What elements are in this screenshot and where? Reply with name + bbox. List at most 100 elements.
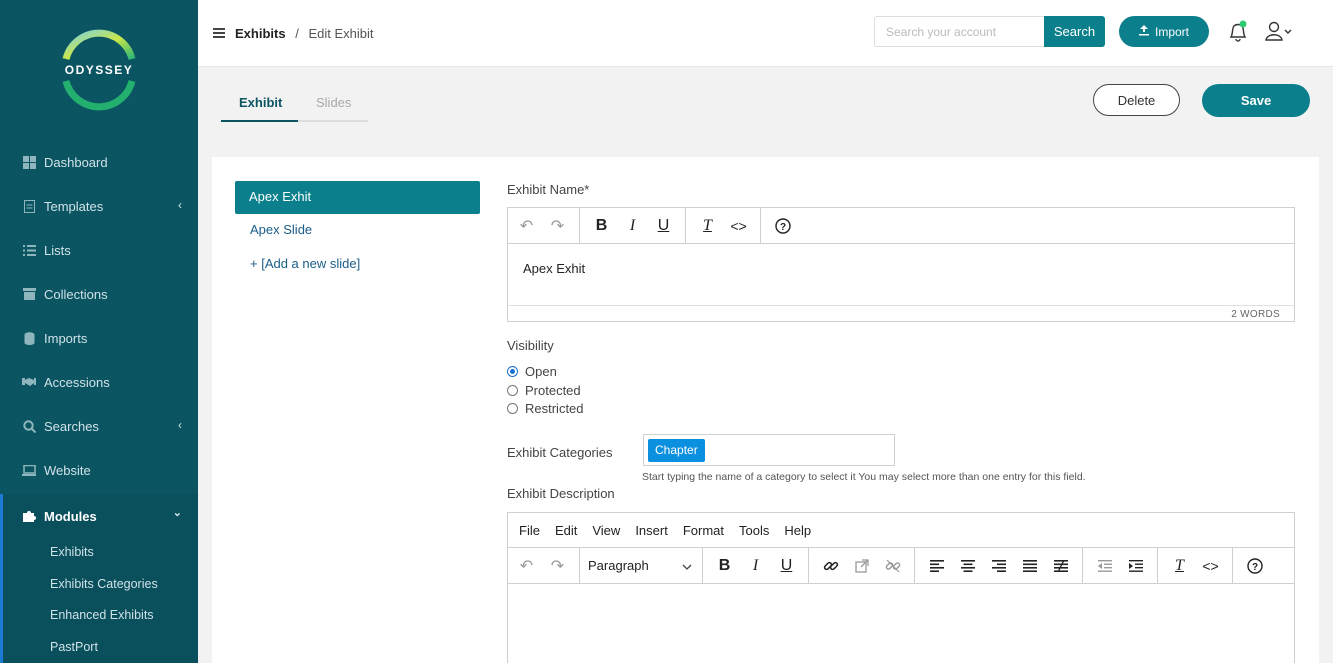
code-icon[interactable]: <> [1195,551,1226,581]
chevron-left-icon: ‹ [178,418,182,432]
sidebar-item-templates[interactable]: Templates ‹ [0,184,198,228]
sidebar-item-dashboard[interactable]: Dashboard [0,140,198,184]
chevron-down-icon [682,558,692,573]
sidebar-item-label: Imports [44,330,88,346]
save-button[interactable]: Save [1202,84,1310,117]
radio-label: Open [525,364,557,379]
slide-item[interactable]: Apex Slide [250,222,312,237]
document-icon [22,199,36,213]
sidebar-item-searches[interactable]: Searches ‹ [0,404,198,448]
help-icon[interactable]: ? [1239,551,1270,581]
top-bar: Exhibits / Edit Exhibit Search your acco… [198,0,1333,67]
menu-view[interactable]: View [592,523,620,538]
search-button[interactable]: Search [1044,16,1105,47]
redo-icon[interactable]: ↷ [542,211,573,241]
block-format-value: Paragraph [588,558,649,573]
sidebar-item-lists[interactable]: Lists [0,228,198,272]
italic-icon[interactable]: I [617,211,648,241]
modules-submenu [0,538,198,663]
breadcrumb-current: Edit Exhibit [308,26,374,41]
tab-slides[interactable]: Slides [316,95,351,110]
sidebar-subitem-exhibits-categories[interactable]: Exhibits Categories [50,577,158,591]
undo-icon[interactable]: ↶ [511,211,542,241]
sidebar-subitem-exhibits[interactable]: Exhibits [50,545,94,559]
editor-statusbar: 2 WORDS [508,305,1294,321]
sidebar: ODYSSEY Dashboard Templates ‹ Lists Coll… [0,0,198,663]
delete-button[interactable]: Delete [1093,84,1180,116]
sidebar-subitem-enhanced-exhibits[interactable]: Enhanced Exhibits [50,608,154,622]
tab-exhibit[interactable]: Exhibit [239,95,282,110]
visibility-option-restricted[interactable]: Restricted [507,401,584,416]
radio-label: Restricted [525,401,584,416]
breadcrumb-root[interactable]: Exhibits [235,26,286,41]
code-icon[interactable]: <> [723,211,754,241]
categories-input[interactable]: Chapter [643,434,895,466]
exhibit-name-editor: ↶ ↷ B I U T <> ? Apex Exhit 2 WORDS [507,207,1295,322]
archive-icon [22,287,36,301]
exhibit-name-input[interactable]: Apex Exhit [523,261,585,276]
outdent-icon[interactable] [1089,551,1120,581]
sidebar-item-website[interactable]: Website [0,448,198,492]
underline-icon[interactable]: U [648,211,679,241]
description-toolbar: ↶ ↷ Paragraph B I U T <> ? [508,548,1294,584]
menu-file[interactable]: File [519,523,540,538]
help-icon[interactable]: ? [767,211,798,241]
handshake-icon [22,375,36,389]
sidebar-subitem-pastport[interactable]: PastPort [50,640,98,654]
notifications-bell-icon[interactable] [1227,20,1249,44]
bold-icon[interactable]: B [709,551,740,581]
undo-icon[interactable]: ↶ [511,551,542,581]
chevron-left-icon: ‹ [178,198,182,212]
open-link-icon[interactable] [846,551,877,581]
indent-icon[interactable] [1120,551,1151,581]
hamburger-menu-icon[interactable] [213,28,225,38]
search-input[interactable]: Search your account [874,16,1044,47]
sidebar-item-label: Collections [44,286,108,302]
sidebar-item-label: Templates [44,198,104,214]
visibility-option-protected[interactable]: Protected [507,383,581,398]
align-left-icon[interactable] [921,551,952,581]
unlink-icon[interactable] [877,551,908,581]
category-chip[interactable]: Chapter [648,439,705,462]
menu-format[interactable]: Format [683,523,724,538]
underline-icon[interactable]: U [771,551,802,581]
database-icon [22,331,36,345]
clear-format-icon[interactable]: T [1164,551,1195,581]
align-none-icon[interactable] [1045,551,1076,581]
upload-icon [1138,24,1149,39]
radio-protected[interactable] [507,385,518,396]
italic-icon[interactable]: I [740,551,771,581]
svg-text:?: ? [779,222,785,233]
sidebar-item-label: Website [44,462,91,478]
menu-tools[interactable]: Tools [739,523,769,538]
sidebar-item-imports[interactable]: Imports [0,316,198,360]
sidebar-item-modules[interactable]: Modules ⌄ [0,494,198,538]
logo-text: ODYSSEY [64,63,134,77]
import-button[interactable]: Import [1119,16,1209,47]
align-center-icon[interactable] [952,551,983,581]
redo-icon[interactable]: ↷ [542,551,573,581]
user-menu-icon[interactable] [1265,21,1297,43]
sidebar-item-collections[interactable]: Collections [0,272,198,316]
radio-restricted[interactable] [507,403,518,414]
active-tab-indicator [221,120,298,122]
visibility-option-open[interactable]: Open [507,364,557,379]
import-button-label: Import [1154,24,1189,39]
add-slide-link[interactable]: + [Add a new slide] [250,256,360,271]
align-justify-icon[interactable] [1014,551,1045,581]
menu-edit[interactable]: Edit [555,523,577,538]
radio-open[interactable] [507,366,518,377]
clear-format-icon[interactable]: T [692,211,723,241]
bold-icon[interactable]: B [586,211,617,241]
odyssey-logo[interactable]: ODYSSEY [56,27,142,113]
slide-item-active[interactable]: Apex Exhit [235,181,480,214]
menu-insert[interactable]: Insert [635,523,668,538]
block-format-select[interactable]: Paragraph [582,551,700,581]
description-label: Exhibit Description [507,486,615,501]
align-right-icon[interactable] [983,551,1014,581]
menu-help[interactable]: Help [784,523,811,538]
link-icon[interactable] [815,551,846,581]
dashboard-icon [22,155,36,169]
sidebar-item-accessions[interactable]: Accessions [0,360,198,404]
sidebar-item-label: Modules [44,508,97,524]
